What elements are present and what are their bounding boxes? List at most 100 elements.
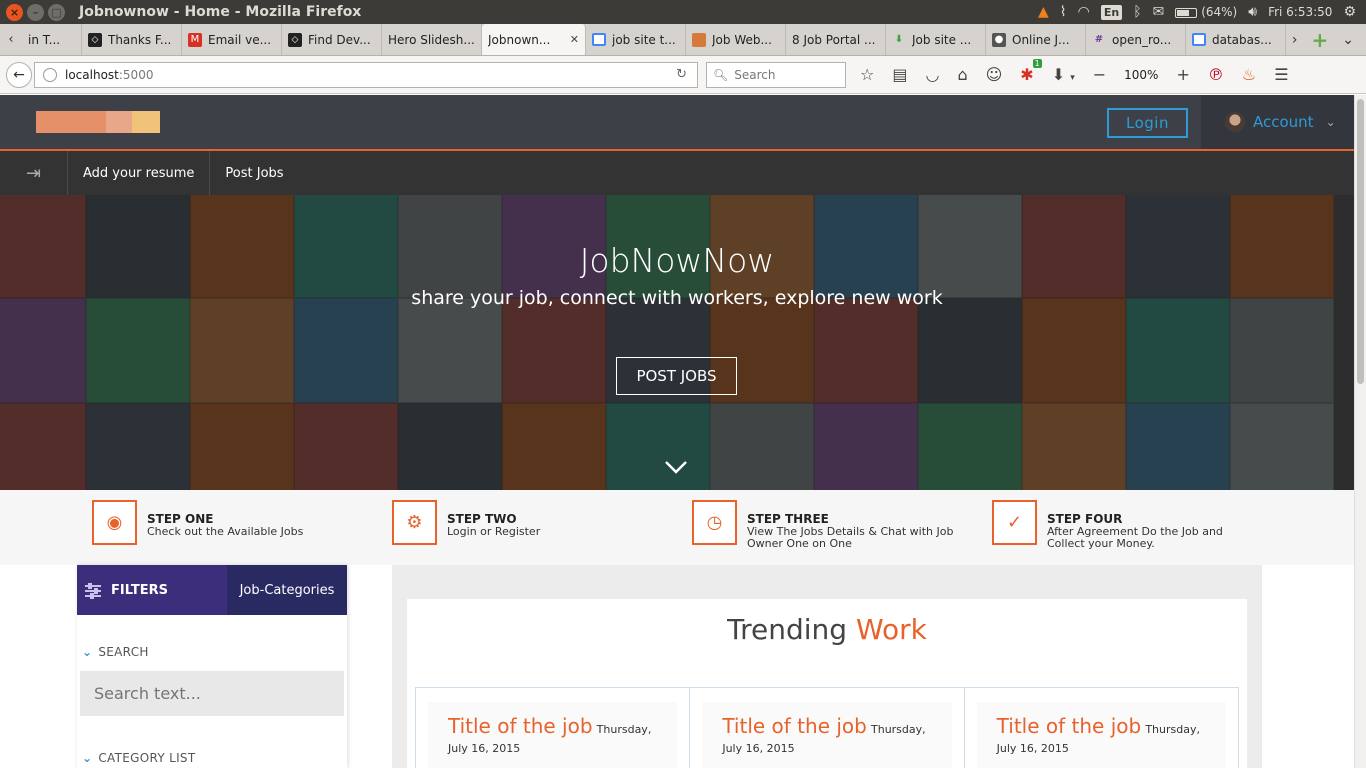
back-button[interactable]: ← (6, 61, 32, 88)
bluetooth-icon[interactable]: ᛒ (1133, 4, 1141, 20)
minimize-window-button[interactable]: – (27, 3, 44, 21)
tab-scroll-left-button[interactable]: ‹ (0, 24, 22, 55)
main-content: FILTERS Job-Categories ⌄ SEARCH ⌄ CATEGO… (0, 565, 1354, 768)
close-tab-icon[interactable]: ✕ (570, 33, 579, 46)
wifi-icon[interactable]: ◠ (1078, 4, 1090, 20)
all-tabs-chevron-down-icon[interactable]: ⌄ (1342, 32, 1354, 48)
tab-2[interactable]: M Email ve... (182, 24, 282, 55)
job-title[interactable]: Title of the job (448, 714, 593, 738)
tab-label: Find Dev... (308, 32, 371, 47)
step-title: STEP TWO (447, 512, 517, 526)
tab-7[interactable]: Job Web... (686, 24, 786, 55)
post-jobs-button[interactable]: POST JOBS (616, 357, 737, 395)
tab-3[interactable]: ◇ Find Dev... (282, 24, 382, 55)
close-window-button[interactable]: × (6, 3, 23, 21)
nav-post-jobs[interactable]: Post Jobs (210, 151, 298, 195)
pocket-icon[interactable]: ◡ (925, 65, 939, 84)
code-icon: ◇ (288, 32, 302, 47)
google-icon: G (1192, 33, 1206, 46)
tab-0[interactable]: in T... (22, 24, 82, 55)
tab-12[interactable]: G databas... (1186, 24, 1286, 55)
page-scrollbar[interactable] (1354, 95, 1366, 768)
login-button[interactable]: Login (1107, 108, 1188, 138)
google-icon: G (592, 33, 606, 46)
reader-list-icon[interactable]: ▤ (892, 65, 907, 84)
downloads-icon[interactable]: ⬇ ▾ (1052, 65, 1075, 84)
navigation-toolbar: ← localhost:5000 ↻ 🔍︎ Search ☆ ▤ ◡ ⌂ ☺ ✱… (0, 56, 1366, 94)
search-input[interactable] (80, 671, 344, 716)
job-card[interactable]: Title of the job Thursday, July 16, 2015 (690, 688, 965, 768)
step-desc: Check out the Available Jobs (147, 525, 304, 538)
nav-add-resume[interactable]: Add your resume (68, 151, 211, 195)
tab-scroll-right-button[interactable]: › (1292, 32, 1298, 48)
step-desc: Login or Register (447, 525, 541, 538)
clock[interactable]: Fri 6:53:50 (1268, 5, 1332, 19)
tab-9[interactable]: ⬇ Job site ... (886, 24, 986, 55)
step-two: ⚙ STEP TWO Login or Register (392, 500, 657, 545)
firebug-icon[interactable]: ♨ (1242, 65, 1256, 84)
tab-10[interactable]: ● Online J... (986, 24, 1086, 55)
step-three: ◷ STEP THREE View The Jobs Details & Cha… (692, 500, 957, 550)
zoom-out-icon[interactable]: − (1093, 65, 1106, 84)
volume-icon[interactable]: 🔊︎ (1248, 4, 1257, 20)
chat-icon[interactable]: ☺ (986, 65, 1003, 84)
tab-4[interactable]: Hero Slidesh... (382, 24, 482, 55)
tab-label: Online J... (1012, 32, 1070, 47)
zoom-in-icon[interactable]: + (1176, 65, 1189, 84)
mail-icon[interactable]: ✉ (1153, 4, 1165, 20)
browser-search-input[interactable]: 🔍︎ Search (706, 61, 846, 88)
category-list-toggle[interactable]: ⌄ CATEGORY LIST (82, 751, 195, 765)
steps-strip: ◉ STEP ONE Check out the Available Jobs … (0, 490, 1354, 565)
job-date-day: Thursday, (596, 723, 652, 736)
url-bar[interactable]: localhost:5000 ↻ (34, 61, 698, 88)
tab-label: Jobnown... (488, 32, 551, 47)
search-icon: 🔍︎ (713, 67, 729, 82)
tab-5-active[interactable]: Jobnown... ✕ (482, 24, 586, 55)
tab-6[interactable]: G job site t... (586, 24, 686, 55)
scrollbar-thumb[interactable] (1357, 99, 1364, 384)
chevron-left-icon: ‹ (8, 32, 14, 47)
chevron-down-icon[interactable] (664, 459, 688, 475)
job-card[interactable]: Title of the job Thursday, July 16, 2015 (416, 688, 691, 768)
trending-title-accent: Work (855, 613, 927, 646)
home-icon[interactable]: ⌂ (957, 65, 967, 84)
filters-tab[interactable]: FILTERS (77, 565, 227, 615)
bookmark-star-icon[interactable]: ☆ (860, 65, 874, 84)
system-tray: ▲ ⌇ ◠ En ᛒ ✉ (64%) 🔊︎ Fri 6:53:50 ⚙ (1038, 0, 1356, 24)
hero-banner: JobNowNow share your job, connect with w… (0, 195, 1354, 490)
settings-gear-icon[interactable]: ⚙ (1343, 4, 1356, 20)
menu-hamburger-icon[interactable]: ☰ (1274, 65, 1288, 84)
maximize-window-button[interactable]: □ (48, 3, 65, 21)
tab-8[interactable]: 8 Job Portal ... (786, 24, 886, 55)
account-menu[interactable]: Account ⌄ (1201, 95, 1354, 149)
job-card[interactable]: Title of the job Thursday, July 16, 2015 (965, 688, 1238, 768)
tab-label: databas... (1212, 32, 1272, 47)
site-info-icon[interactable] (43, 67, 57, 82)
reload-icon[interactable]: ↻ (676, 67, 687, 82)
pinterest-icon[interactable]: ℗ (1208, 65, 1224, 84)
paperclip-icon[interactable]: ⌇ (1060, 4, 1067, 20)
sign-in-icon[interactable]: ⇥ (0, 151, 68, 195)
os-top-bar: × – □ Jobnownow - Home - Mozilla Firefox… (0, 0, 1366, 24)
new-tab-button[interactable]: + (1312, 28, 1329, 52)
tab-1[interactable]: ◇ Thanks F... (82, 24, 182, 55)
vlc-icon[interactable]: ▲ (1038, 4, 1049, 20)
battery-indicator[interactable]: (64%) (1175, 5, 1237, 19)
trending-title-main: Trending (727, 613, 848, 646)
job-date: July 16, 2015 (996, 742, 1069, 755)
keyboard-layout-indicator[interactable]: En (1100, 4, 1123, 20)
step-title: STEP THREE (747, 512, 829, 526)
tab-label: Hero Slidesh... (388, 32, 475, 47)
check-circle-icon: ✓ (992, 500, 1037, 545)
extension-icon[interactable]: ✱ 1 (1020, 59, 1042, 84)
job-title[interactable]: Title of the job (997, 714, 1142, 738)
site-logo[interactable] (36, 111, 160, 133)
code-icon: ◇ (88, 32, 102, 47)
job-categories-tab[interactable]: Job-Categories (227, 565, 347, 615)
zoom-level[interactable]: 100% (1124, 68, 1158, 82)
search-section-toggle[interactable]: ⌄ SEARCH (82, 645, 149, 659)
tab-11[interactable]: # open_ro... (1086, 24, 1186, 55)
filter-panel: FILTERS Job-Categories ⌄ SEARCH ⌄ CATEGO… (77, 565, 347, 768)
job-title[interactable]: Title of the job (722, 714, 867, 738)
tab-label: Email ve... (208, 32, 272, 47)
